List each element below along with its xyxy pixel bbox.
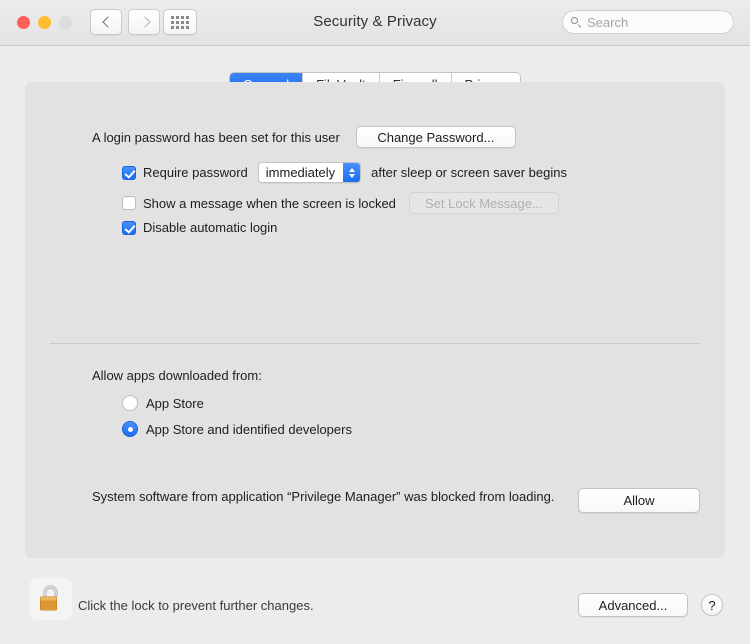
change-password-button[interactable]: Change Password... (355, 126, 516, 148)
radio-app-store-identified-developers[interactable] (122, 421, 138, 437)
set-lock-message-button[interactable]: Set Lock Message... (408, 192, 559, 214)
section-divider (50, 343, 700, 344)
require-password-delay-popup[interactable]: immediately (257, 162, 362, 183)
window-titlebar: Security & Privacy Search (0, 0, 750, 46)
require-password-row: Require password immediately after sleep… (122, 162, 567, 183)
search-placeholder: Search (587, 14, 629, 30)
gatekeeper-heading: Allow apps downloaded from: (92, 368, 262, 383)
show-lock-message-checkbox[interactable] (122, 196, 136, 210)
radio-app-store-label: App Store (146, 395, 204, 411)
radio-app-store[interactable] (122, 395, 138, 411)
general-settings-panel: A login password has been set for this u… (25, 82, 725, 558)
radio-app-store-identified-developers-label: App Store and identified developers (146, 421, 352, 437)
disable-auto-login-label: Disable automatic login (143, 220, 278, 235)
lock-message-row: Show a message when the screen is locked… (122, 192, 559, 214)
disable-auto-login-row: Disable automatic login (122, 220, 277, 235)
require-password-label: Require password (143, 165, 248, 180)
require-password-suffix: after sleep or screen saver begins (371, 165, 567, 180)
search-input[interactable]: Search (562, 10, 734, 34)
disable-auto-login-checkbox[interactable] (122, 220, 136, 235)
search-icon (571, 16, 582, 28)
login-password-status: A login password has been set for this u… (92, 129, 340, 145)
allow-button[interactable]: Allow (578, 488, 700, 513)
unlocked-padlock-icon (40, 585, 58, 611)
gatekeeper-heading-row: Allow apps downloaded from: (92, 368, 262, 383)
chevron-updown-icon (343, 163, 361, 182)
login-password-row: A login password has been set for this u… (92, 126, 516, 148)
require-password-delay-value: immediately (258, 163, 344, 182)
require-password-checkbox[interactable] (122, 165, 136, 180)
gatekeeper-option-appstore[interactable]: App Store (122, 395, 204, 411)
help-button[interactable]: ? (701, 594, 723, 616)
blocked-software-message: System software from application “Privil… (92, 489, 555, 504)
lock-button[interactable] (30, 578, 72, 620)
lock-hint-text: Click the lock to prevent further change… (78, 598, 314, 613)
gatekeeper-option-appstore-identified[interactable]: App Store and identified developers (122, 421, 352, 437)
advanced-button[interactable]: Advanced... (578, 593, 688, 617)
show-lock-message-label: Show a message when the screen is locked (143, 195, 396, 211)
blocked-software-row: System software from application “Privil… (92, 488, 562, 506)
